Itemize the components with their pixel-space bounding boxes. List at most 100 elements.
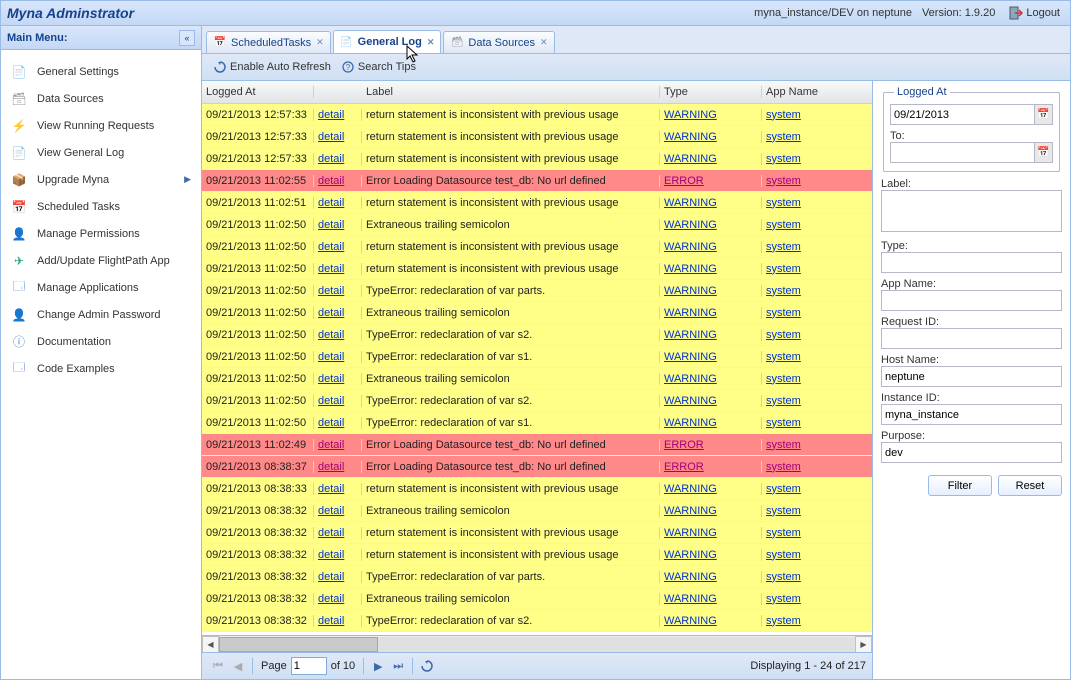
scroll-right-button[interactable]: ▶ bbox=[855, 636, 872, 653]
grid-row[interactable]: 09/21/2013 11:02:50detailExtraneous trai… bbox=[202, 214, 872, 236]
grid-row[interactable]: 09/21/2013 11:02:49detailError Loading D… bbox=[202, 434, 872, 456]
app-link[interactable]: system bbox=[766, 131, 801, 143]
app-link[interactable]: system bbox=[766, 285, 801, 297]
type-link[interactable]: WARNING bbox=[664, 571, 717, 583]
grid-row[interactable]: 09/21/2013 11:02:50detailreturn statemen… bbox=[202, 236, 872, 258]
menu-item-manage-applications[interactable]: 🗔Manage Applications bbox=[1, 274, 201, 301]
host-name-input[interactable] bbox=[881, 366, 1062, 387]
grid-row[interactable]: 09/21/2013 08:38:32detailreturn statemen… bbox=[202, 522, 872, 544]
type-link[interactable]: ERROR bbox=[664, 461, 704, 473]
grid-row[interactable]: 09/21/2013 11:02:50detailExtraneous trai… bbox=[202, 302, 872, 324]
date-to-input[interactable] bbox=[890, 142, 1035, 163]
detail-link[interactable]: detail bbox=[318, 549, 344, 561]
detail-link[interactable]: detail bbox=[318, 241, 344, 253]
menu-item-upgrade-myna[interactable]: 📦Upgrade Myna▶ bbox=[1, 166, 201, 193]
detail-link[interactable]: detail bbox=[318, 285, 344, 297]
grid-row[interactable]: 09/21/2013 08:38:32detailExtraneous trai… bbox=[202, 588, 872, 610]
type-link[interactable]: WARNING bbox=[664, 483, 717, 495]
app-link[interactable]: system bbox=[766, 395, 801, 407]
menu-item-scheduled-tasks[interactable]: 📅Scheduled Tasks bbox=[1, 193, 201, 220]
detail-link[interactable]: detail bbox=[318, 175, 344, 187]
collapse-sidebar-button[interactable]: « bbox=[179, 30, 195, 46]
grid-row[interactable]: 09/21/2013 11:02:50detailTypeError: rede… bbox=[202, 346, 872, 368]
detail-link[interactable]: detail bbox=[318, 483, 344, 495]
date-from-input[interactable] bbox=[890, 104, 1035, 125]
grid-row[interactable]: 09/21/2013 08:38:32detailTypeError: rede… bbox=[202, 566, 872, 588]
detail-link[interactable]: detail bbox=[318, 439, 344, 451]
detail-link[interactable]: detail bbox=[318, 197, 344, 209]
type-link[interactable]: WARNING bbox=[664, 197, 717, 209]
grid-row[interactable]: 09/21/2013 11:02:50detailTypeError: rede… bbox=[202, 280, 872, 302]
type-link[interactable]: WARNING bbox=[664, 131, 717, 143]
grid-row[interactable]: 09/21/2013 08:38:32detailExtraneous trai… bbox=[202, 500, 872, 522]
detail-link[interactable]: detail bbox=[318, 571, 344, 583]
detail-link[interactable]: detail bbox=[318, 373, 344, 385]
app-link[interactable]: system bbox=[766, 263, 801, 275]
type-link[interactable]: WARNING bbox=[664, 329, 717, 341]
tab-data-sources[interactable]: 🗃Data Sources✕ bbox=[443, 31, 554, 53]
menu-item-data-sources[interactable]: 🗃Data Sources bbox=[1, 85, 201, 112]
app-link[interactable]: system bbox=[766, 483, 801, 495]
detail-link[interactable]: detail bbox=[318, 329, 344, 341]
detail-link[interactable]: detail bbox=[318, 461, 344, 473]
scroll-left-button[interactable]: ◀ bbox=[202, 636, 219, 653]
grid-row[interactable]: 09/21/2013 11:02:50detailTypeError: rede… bbox=[202, 412, 872, 434]
app-name-input[interactable] bbox=[881, 290, 1062, 311]
grid-row[interactable]: 09/21/2013 12:57:33detailreturn statemen… bbox=[202, 104, 872, 126]
detail-link[interactable]: detail bbox=[318, 351, 344, 363]
type-link[interactable]: WARNING bbox=[664, 307, 717, 319]
prev-page-button[interactable]: ◀ bbox=[230, 658, 246, 674]
first-page-button[interactable]: ⏮ bbox=[210, 658, 226, 674]
menu-item-manage-permissions[interactable]: 👤Manage Permissions bbox=[1, 220, 201, 247]
logout-button[interactable]: Logout bbox=[1005, 6, 1064, 20]
app-link[interactable]: system bbox=[766, 571, 801, 583]
scroll-track[interactable] bbox=[219, 637, 855, 652]
instance-id-input[interactable] bbox=[881, 404, 1062, 425]
refresh-page-button[interactable] bbox=[419, 658, 435, 674]
grid-row[interactable]: 09/21/2013 11:02:50detailExtraneous trai… bbox=[202, 368, 872, 390]
tab-close-icon[interactable]: ✕ bbox=[427, 37, 435, 48]
grid-row[interactable]: 09/21/2013 08:38:32detailreturn statemen… bbox=[202, 544, 872, 566]
page-input[interactable] bbox=[291, 657, 327, 675]
type-link[interactable]: WARNING bbox=[664, 263, 717, 275]
detail-link[interactable]: detail bbox=[318, 109, 344, 121]
app-link[interactable]: system bbox=[766, 197, 801, 209]
detail-link[interactable]: detail bbox=[318, 153, 344, 165]
type-link[interactable]: WARNING bbox=[664, 549, 717, 561]
grid-row[interactable]: 09/21/2013 11:02:50detailreturn statemen… bbox=[202, 258, 872, 280]
label-textarea[interactable] bbox=[881, 190, 1062, 232]
type-link[interactable]: WARNING bbox=[664, 417, 717, 429]
col-label[interactable]: Label bbox=[362, 86, 660, 98]
type-link[interactable]: WARNING bbox=[664, 373, 717, 385]
menu-item-code-examples[interactable]: 🗔Code Examples bbox=[1, 355, 201, 382]
menu-item-change-admin-password[interactable]: 👤Change Admin Password bbox=[1, 301, 201, 328]
grid-row[interactable]: 09/21/2013 12:57:33detailreturn statemen… bbox=[202, 126, 872, 148]
app-link[interactable]: system bbox=[766, 461, 801, 473]
grid-body[interactable]: 09/21/2013 12:57:33detailreturn statemen… bbox=[202, 104, 872, 635]
filter-button[interactable]: Filter bbox=[928, 475, 992, 496]
type-link[interactable]: WARNING bbox=[664, 351, 717, 363]
grid-row[interactable]: 09/21/2013 11:02:51detailreturn statemen… bbox=[202, 192, 872, 214]
type-link[interactable]: WARNING bbox=[664, 527, 717, 539]
detail-link[interactable]: detail bbox=[318, 417, 344, 429]
app-link[interactable]: system bbox=[766, 351, 801, 363]
grid-row[interactable]: 09/21/2013 08:38:32detailTypeError: rede… bbox=[202, 610, 872, 632]
tab-close-icon[interactable]: ✕ bbox=[540, 37, 548, 48]
menu-item-general-settings[interactable]: 📄General Settings bbox=[1, 58, 201, 85]
app-link[interactable]: system bbox=[766, 527, 801, 539]
date-to-picker-button[interactable]: 📅 bbox=[1035, 142, 1053, 163]
grid-row[interactable]: 09/21/2013 11:02:50detailTypeError: rede… bbox=[202, 324, 872, 346]
menu-item-documentation[interactable]: ⓘDocumentation bbox=[1, 328, 201, 355]
scroll-thumb[interactable] bbox=[219, 637, 378, 652]
app-link[interactable]: system bbox=[766, 549, 801, 561]
detail-link[interactable]: detail bbox=[318, 505, 344, 517]
type-link[interactable]: WARNING bbox=[664, 153, 717, 165]
detail-link[interactable]: detail bbox=[318, 131, 344, 143]
col-type[interactable]: Type bbox=[660, 86, 762, 98]
app-link[interactable]: system bbox=[766, 175, 801, 187]
detail-link[interactable]: detail bbox=[318, 263, 344, 275]
col-logged-at[interactable]: Logged At bbox=[202, 86, 314, 98]
search-tips-button[interactable]: ? Search Tips bbox=[336, 58, 421, 76]
detail-link[interactable]: detail bbox=[318, 307, 344, 319]
grid-row[interactable]: 09/21/2013 08:38:37detailError Loading D… bbox=[202, 456, 872, 478]
